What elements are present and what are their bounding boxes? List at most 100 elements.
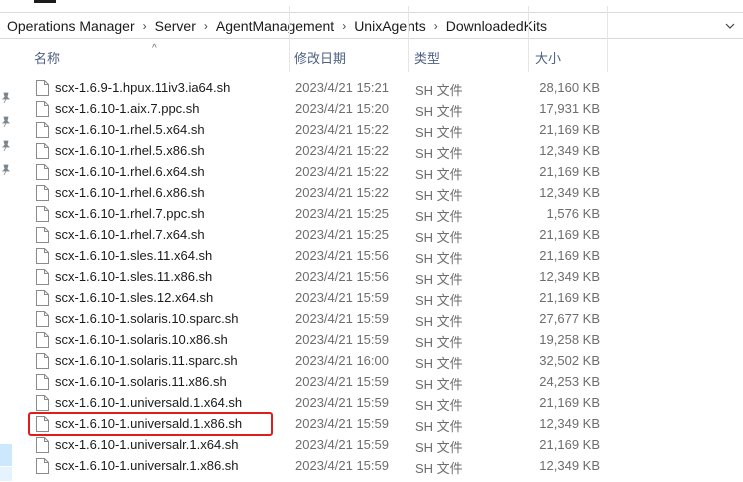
document-icon <box>36 164 49 180</box>
document-icon <box>36 227 49 243</box>
column-divider[interactable] <box>528 6 529 72</box>
file-modified-date: 2023/4/21 15:59 <box>295 290 389 305</box>
breadcrumb-separator-icon[interactable]: › <box>337 19 351 33</box>
file-size: 12,349 KB <box>539 143 600 158</box>
breadcrumb-separator-icon[interactable]: › <box>138 19 152 33</box>
column-divider[interactable] <box>289 6 290 72</box>
file-name[interactable]: scx-1.6.10-1.universalr.1.x86.sh <box>55 458 239 473</box>
file-name[interactable]: scx-1.6.10-1.solaris.11.x86.sh <box>55 374 227 389</box>
file-name[interactable]: scx-1.6.10-1.aix.7.ppc.sh <box>55 101 200 116</box>
breadcrumb-item-2[interactable]: AgentManagement <box>213 18 337 34</box>
file-row[interactable]: scx-1.6.9-1.hpux.11iv3.ia64.sh 2023/4/21 … <box>28 78 743 99</box>
file-modified-date: 2023/4/21 15:25 <box>295 227 389 242</box>
nav-selected-item[interactable] <box>0 444 12 466</box>
column-header: 名称 修改日期 类型 大小 <box>16 40 743 74</box>
document-icon <box>36 248 49 264</box>
breadcrumb-item-4[interactable]: DownloadedKits <box>443 18 550 34</box>
file-modified-date: 2023/4/21 15:56 <box>295 269 389 284</box>
file-row[interactable]: scx-1.6.10-1.aix.7.ppc.sh 2023/4/21 15:20… <box>28 99 743 120</box>
file-row[interactable]: scx-1.6.10-1.rhel.7.x64.sh 2023/4/21 15:2… <box>28 225 743 246</box>
file-row[interactable]: scx-1.6.10-1.solaris.10.x86.sh 2023/4/21 … <box>28 330 743 351</box>
file-size: 21,169 KB <box>539 248 600 263</box>
file-row[interactable]: scx-1.6.10-1.rhel.6.x64.sh 2023/4/21 15:2… <box>28 162 743 183</box>
file-type: SH 文件 <box>415 251 463 266</box>
pin-icon[interactable] <box>1 92 11 104</box>
document-icon <box>36 80 49 96</box>
column-header-type[interactable]: 类型 <box>414 40 440 74</box>
document-icon <box>36 353 49 369</box>
file-row[interactable]: scx-1.6.10-1.rhel.5.x86.sh 2023/4/21 15:2… <box>28 141 743 162</box>
file-type: SH 文件 <box>415 335 463 350</box>
file-name[interactable]: scx-1.6.10-1.rhel.6.x86.sh <box>55 185 205 200</box>
file-modified-date: 2023/4/21 15:22 <box>295 185 389 200</box>
file-size: 12,349 KB <box>539 185 600 200</box>
breadcrumb-separator-icon[interactable]: › <box>429 19 443 33</box>
file-name[interactable]: scx-1.6.10-1.rhel.6.x64.sh <box>55 164 205 179</box>
document-icon <box>36 101 49 117</box>
nav-hover-item[interactable] <box>0 467 12 481</box>
file-row[interactable]: scx-1.6.10-1.sles.11.x86.sh 2023/4/21 15:… <box>28 267 743 288</box>
file-name[interactable]: scx-1.6.10-1.solaris.10.sparc.sh <box>55 311 239 326</box>
file-size: 21,169 KB <box>539 164 600 179</box>
file-name[interactable]: scx-1.6.10-1.rhel.5.x64.sh <box>55 122 205 137</box>
file-name[interactable]: scx-1.6.10-1.solaris.10.x86.sh <box>55 332 228 347</box>
file-row[interactable]: scx-1.6.10-1.solaris.10.sparc.sh 2023/4/2… <box>28 309 743 330</box>
file-row[interactable]: scx-1.6.10-1.sles.12.x64.sh 2023/4/21 15:… <box>28 288 743 309</box>
file-size: 12,349 KB <box>539 269 600 284</box>
file-type: SH 文件 <box>415 272 463 287</box>
file-name[interactable]: scx-1.6.10-1.rhel.7.ppc.sh <box>55 206 205 221</box>
file-type: SH 文件 <box>415 398 463 413</box>
breadcrumb-separator-icon[interactable]: › <box>199 19 213 33</box>
pin-icon[interactable] <box>1 116 11 128</box>
file-type: SH 文件 <box>415 83 463 98</box>
pin-icon[interactable] <box>1 164 11 176</box>
file-row[interactable]: scx-1.6.10-1.rhel.6.x86.sh 2023/4/21 15:2… <box>28 183 743 204</box>
pin-icon[interactable] <box>1 140 11 152</box>
file-row[interactable]: scx-1.6.10-1.universalr.1.x64.sh 2023/4/2… <box>28 435 743 456</box>
file-name[interactable]: scx-1.6.10-1.sles.11.x64.sh <box>55 248 212 263</box>
file-size: 21,169 KB <box>539 395 600 410</box>
window-top-strip <box>0 0 743 10</box>
file-row[interactable]: scx-1.6.10-1.universalr.1.x86.sh 2023/4/2… <box>28 456 743 477</box>
address-bar[interactable]: Operations Manager › Server › AgentManag… <box>0 12 743 39</box>
file-size: 12,349 KB <box>539 458 600 473</box>
file-modified-date: 2023/4/21 15:59 <box>295 332 389 347</box>
breadcrumb-item-1[interactable]: Server <box>152 18 199 34</box>
file-modified-date: 2023/4/21 15:59 <box>295 437 389 452</box>
document-icon <box>36 290 49 306</box>
document-icon <box>36 395 49 411</box>
document-icon <box>36 143 49 159</box>
file-size: 27,677 KB <box>539 311 600 326</box>
column-divider[interactable] <box>607 6 608 72</box>
breadcrumb-item-0[interactable]: Operations Manager <box>4 18 138 34</box>
highlight-box <box>28 412 273 436</box>
file-name[interactable]: scx-1.6.10-1.sles.11.x86.sh <box>55 269 212 284</box>
breadcrumb: Operations Manager › Server › AgentManag… <box>0 13 550 38</box>
file-name[interactable]: scx-1.6.10-1.sles.12.x64.sh <box>55 290 213 305</box>
column-divider[interactable] <box>408 6 409 72</box>
file-name[interactable]: scx-1.6.10-1.rhel.5.x86.sh <box>55 143 205 158</box>
file-size: 21,169 KB <box>539 290 600 305</box>
sort-ascending-icon: ^ <box>152 43 157 54</box>
chevron-down-icon[interactable] <box>725 16 735 36</box>
file-name[interactable]: scx-1.6.10-1.universalr.1.x64.sh <box>55 437 239 452</box>
file-row[interactable]: scx-1.6.10-1.rhel.5.x64.sh 2023/4/21 15:2… <box>28 120 743 141</box>
file-row[interactable]: scx-1.6.10-1.sles.11.x64.sh 2023/4/21 15:… <box>28 246 743 267</box>
column-header-size[interactable]: 大小 <box>535 40 561 74</box>
file-name[interactable]: scx-1.6.9-1.hpux.11iv3.ia64.sh <box>55 80 230 95</box>
file-row[interactable]: scx-1.6.10-1.solaris.11.sparc.sh 2023/4/2… <box>28 351 743 372</box>
column-header-date[interactable]: 修改日期 <box>294 40 346 74</box>
breadcrumb-item-3[interactable]: UnixAgents <box>351 18 429 34</box>
column-header-name[interactable]: 名称 <box>34 40 60 74</box>
file-type: SH 文件 <box>415 146 463 161</box>
file-name[interactable]: scx-1.6.10-1.rhel.7.x64.sh <box>55 227 205 242</box>
navigation-pane <box>0 40 16 482</box>
file-name[interactable]: scx-1.6.10-1.universald.1.x64.sh <box>55 395 242 410</box>
file-name[interactable]: scx-1.6.10-1.solaris.11.sparc.sh <box>55 353 238 368</box>
file-row[interactable]: scx-1.6.10-1.rhel.7.ppc.sh 2023/4/21 15:2… <box>28 204 743 225</box>
file-modified-date: 2023/4/21 15:56 <box>295 248 389 263</box>
document-icon <box>36 458 49 474</box>
file-row[interactable]: scx-1.6.10-1.universald.1.x64.sh 2023/4/2… <box>28 393 743 414</box>
file-modified-date: 2023/4/21 15:22 <box>295 164 389 179</box>
file-row[interactable]: scx-1.6.10-1.solaris.11.x86.sh 2023/4/21 … <box>28 372 743 393</box>
